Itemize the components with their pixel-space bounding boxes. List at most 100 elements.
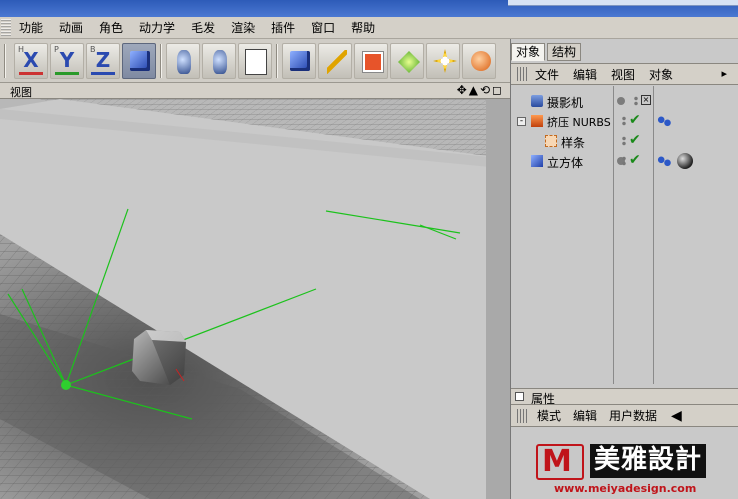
toolbar-separator <box>160 44 162 78</box>
enabled-check-icon[interactable]: ✔ <box>629 112 641 128</box>
render-picture-viewer-button[interactable] <box>202 43 236 79</box>
material-tag-icon[interactable] <box>677 153 693 169</box>
editor-visibility-dot[interactable] <box>617 97 625 105</box>
add-modeling-button[interactable] <box>390 43 424 79</box>
visibility-dots[interactable] <box>621 156 627 166</box>
om-menu-view[interactable]: 视图 <box>611 66 635 83</box>
render-view-button[interactable] <box>166 43 200 79</box>
menu-dynamics[interactable]: 动力学 <box>131 17 183 39</box>
nurbs-icon <box>363 52 383 72</box>
x-axis-icon: X <box>23 48 39 72</box>
toolbar-separator <box>4 44 6 78</box>
enabled-check-icon[interactable]: ✔ <box>629 132 641 148</box>
axis-arrow-icon <box>91 72 115 75</box>
object-manager-panel: 对象 结构 文件 编辑 视图 对象 ▸ 摄影机 × - 挤压 NURBS ✔ 样… <box>510 39 738 499</box>
back-arrow-icon[interactable]: ◀ <box>671 408 682 424</box>
object-row-extrude-nurbs[interactable]: - 挤压 NURBS ✔ <box>511 111 738 131</box>
menu-grip[interactable] <box>517 67 527 81</box>
object-name: 立方体 <box>547 156 584 170</box>
camera-target-tag-icon[interactable]: × <box>641 95 651 105</box>
menubar-grip[interactable] <box>1 18 11 37</box>
logo-mark: M <box>536 444 584 480</box>
object-manager-menubar: 文件 编辑 视图 对象 ▸ <box>511 63 738 85</box>
window-controls[interactable] <box>508 0 738 6</box>
attr-menu-mode[interactable]: 模式 <box>537 407 561 424</box>
spline-icon <box>545 135 557 147</box>
attr-menu-edit[interactable]: 编辑 <box>573 407 597 424</box>
menu-render[interactable]: 渲染 <box>223 17 263 39</box>
menu-animation[interactable]: 动画 <box>51 17 91 39</box>
add-cube-button[interactable] <box>282 43 316 79</box>
object-name: 样条 <box>561 136 586 150</box>
main-toolbar: H X P Y B Z <box>0 39 510 83</box>
add-nurbs-button[interactable] <box>354 43 388 79</box>
world-coordinates-button[interactable] <box>122 43 156 79</box>
more-menu-arrow-icon[interactable]: ▸ <box>721 67 727 80</box>
panel-toggle-icon[interactable] <box>515 392 524 401</box>
object-row-camera[interactable]: 摄影机 × <box>511 91 738 111</box>
cube-icon <box>130 51 150 71</box>
tab-structure[interactable]: 结构 <box>547 43 582 61</box>
y-axis-icon: Y <box>59 48 75 72</box>
visibility-dots[interactable] <box>621 116 627 126</box>
om-menu-object[interactable]: 对象 <box>649 66 673 83</box>
menu-window[interactable]: 窗口 <box>303 17 343 39</box>
menu-help[interactable]: 帮助 <box>343 17 383 39</box>
add-deformer-button[interactable] <box>426 43 460 79</box>
y-axis-lock-button[interactable]: P Y <box>50 43 84 79</box>
axis-arrow-icon <box>55 72 79 75</box>
viewport-nav-icons[interactable]: ✥▲⟲◻ <box>457 83 504 97</box>
watermark-logo: M 美雅設計 www.meiyadesign.com <box>536 442 736 495</box>
viewport-header: 视图 ✥▲⟲◻ <box>0 83 510 99</box>
tab-objects[interactable]: 对象 <box>511 43 546 61</box>
logo-name: 美雅設計 <box>590 444 707 478</box>
z-axis-lock-button[interactable]: B Z <box>86 43 120 79</box>
deformer-icon <box>433 49 457 73</box>
axis-arrow-icon <box>19 72 43 75</box>
camera-icon <box>531 95 543 107</box>
toolbar-separator <box>276 44 278 78</box>
object-row-spline[interactable]: 样条 ✔ <box>511 131 738 151</box>
menu-plugins[interactable]: 插件 <box>263 17 303 39</box>
render-settings-button[interactable] <box>238 43 272 79</box>
logo-url: www.meiyadesign.com <box>554 482 697 495</box>
expand-toggle[interactable]: - <box>517 117 526 126</box>
x-axis-lock-button[interactable]: H X <box>14 43 48 79</box>
menu-hair[interactable]: 毛发 <box>183 17 223 39</box>
object-row-cube[interactable]: 立方体 ✔ <box>511 151 738 171</box>
viewport-view-menu[interactable]: 视图 <box>10 84 32 100</box>
modeling-array-icon <box>398 51 420 73</box>
render-visibility-dots[interactable] <box>633 96 639 106</box>
render-vase-icon <box>177 50 191 74</box>
om-menu-edit[interactable]: 编辑 <box>573 66 597 83</box>
visibility-dots[interactable] <box>621 136 627 146</box>
main-menubar: 功能 动画 角色 动力学 毛发 渲染 插件 窗口 帮助 <box>0 17 738 39</box>
render-settings-icon <box>245 49 267 75</box>
attr-menu-user-data[interactable]: 用户数据 <box>609 407 657 424</box>
attributes-header: 属性 <box>511 388 738 406</box>
phong-tag-icon[interactable] <box>657 155 671 167</box>
object-list: 摄影机 × - 挤压 NURBS ✔ 样条 ✔ 立方体 ✔ <box>511 86 738 384</box>
add-environment-button[interactable] <box>462 43 496 79</box>
render-vase-icon <box>213 50 227 74</box>
attributes-menubar: 模式 编辑 用户数据 ◀ <box>511 405 738 427</box>
phong-tag-icon[interactable] <box>657 115 671 127</box>
menu-character[interactable]: 角色 <box>91 17 131 39</box>
object-name: 摄影机 <box>547 96 584 110</box>
cube-primitive-icon <box>290 51 310 71</box>
window-titlebar <box>0 0 738 17</box>
menu-function[interactable]: 功能 <box>11 17 51 39</box>
cube-object <box>132 330 186 385</box>
viewport-scene <box>0 99 510 499</box>
environment-icon <box>471 51 491 71</box>
3d-viewport[interactable] <box>0 99 510 499</box>
panel-tabs: 对象 结构 <box>511 43 583 61</box>
object-name: 挤压 NURBS <box>547 116 611 129</box>
menu-grip[interactable] <box>517 408 527 423</box>
z-axis-icon: Z <box>95 48 111 72</box>
spline-pen-icon <box>327 50 347 74</box>
om-menu-file[interactable]: 文件 <box>535 66 559 83</box>
enabled-check-icon[interactable]: ✔ <box>629 152 641 168</box>
extrude-nurbs-icon <box>531 115 543 127</box>
add-spline-button[interactable] <box>318 43 352 79</box>
